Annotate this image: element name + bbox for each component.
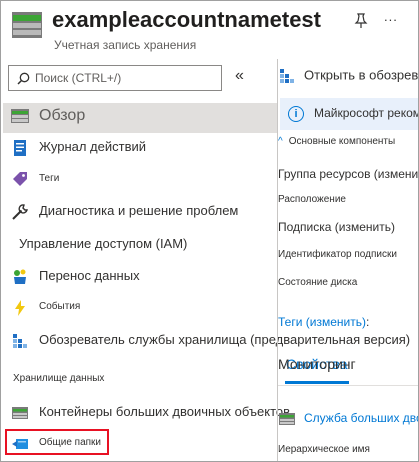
- hierarchical-name-label: Иерархическое имя: [278, 444, 370, 455]
- prop-disk-state: Состояние диска: [278, 277, 358, 288]
- sidebar-item-blob-containers[interactable]: Контейнеры больших двоичных объектов: [1, 398, 290, 426]
- info-banner[interactable]: i Майкрософт рекомендует: [280, 98, 419, 130]
- blob-service-section[interactable]: Служба больших двоичных объектов: [278, 411, 418, 427]
- storage-overview-icon: [11, 109, 29, 123]
- info-icon: i: [288, 106, 304, 122]
- section-header-data-storage: Хранилище данных: [13, 373, 105, 384]
- sidebar-item-label: Управление доступом (IAM): [19, 236, 188, 251]
- lightning-icon: [15, 300, 25, 316]
- sidebar-item-label: Контейнеры больших двоичных объектов: [39, 404, 291, 419]
- tags-edit-link[interactable]: Теги (изменить): [278, 315, 366, 329]
- tab-active-underline: [285, 381, 349, 384]
- storage-account-blade: exampleaccountnametest Учетная запись хр…: [0, 0, 419, 462]
- blob-containers-icon: [12, 407, 28, 419]
- storage-account-icon: [12, 12, 42, 38]
- blob-service-label: Служба больших двоичных объектов: [304, 411, 418, 426]
- essentials-label: Основные компоненты: [288, 136, 396, 147]
- activity-log-icon: [14, 140, 26, 156]
- sidebar-item-overview[interactable]: Обзор: [1, 103, 277, 131]
- info-banner-text: Майкрософт рекомендует: [314, 106, 419, 120]
- tag-icon: [13, 172, 27, 186]
- sidebar-item-data-transfer[interactable]: Перенос данных: [1, 262, 277, 290]
- tags-row: Теги (изменить):: [278, 315, 369, 329]
- tags-colon: :: [365, 315, 370, 329]
- sidebar-item-tags[interactable]: Теги: [1, 165, 277, 193]
- sidebar-item-iam[interactable]: Управление доступом (IAM): [1, 230, 277, 258]
- search-icon: [17, 72, 30, 85]
- tab-monitoring[interactable]: Мониторинг: [278, 356, 356, 372]
- essentials-toggle[interactable]: ^ Основные компоненты: [278, 136, 395, 147]
- highlight-box: [5, 429, 109, 455]
- prop-location: Расположение: [278, 194, 346, 205]
- data-transfer-icon: [14, 269, 26, 284]
- sidebar-item-label: Диагностика и решение проблем: [39, 203, 239, 218]
- sidebar-item-storage-explorer[interactable]: Обозреватель службы хранилища (предварит…: [1, 326, 410, 354]
- blob-service-icon: [279, 413, 295, 425]
- sidebar-item-label: Журнал действий: [39, 139, 147, 154]
- search-box[interactable]: [8, 65, 222, 91]
- wrench-icon: [12, 204, 28, 220]
- sidebar-item-label: Перенос данных: [39, 268, 140, 283]
- sidebar-item-label: Обзор: [39, 107, 86, 124]
- open-in-explorer-button[interactable]: Открыть в обозревателе: [278, 67, 419, 85]
- sidebar-item-activity-log[interactable]: Журнал действий: [1, 133, 277, 161]
- prop-subscription-id: Идентификатор подписки: [278, 249, 397, 260]
- open-in-explorer-label: Открыть в обозревателе: [304, 67, 419, 83]
- collapse-menu-button[interactable]: «: [235, 67, 244, 85]
- sidebar-item-diagnose[interactable]: Диагностика и решение проблем: [1, 197, 277, 225]
- prop-subscription: Подписка (изменить): [278, 220, 395, 234]
- prop-resource-group: Группа ресурсов (изменить): [278, 167, 419, 181]
- sidebar-item-label: Теги: [39, 173, 60, 184]
- chevron-up-icon: ^: [278, 136, 283, 147]
- storage-explorer-icon: [13, 334, 27, 348]
- page-subtitle: Учетная запись хранения: [54, 38, 197, 52]
- storage-explorer-icon: [280, 69, 294, 83]
- sidebar-item-label: События: [39, 301, 81, 312]
- tabs-divider: [278, 385, 418, 386]
- search-input[interactable]: [35, 69, 215, 87]
- sidebar-item-events[interactable]: События: [1, 293, 277, 321]
- overview-pane: Открыть в обозревателе i Майкрософт реко…: [278, 1, 419, 461]
